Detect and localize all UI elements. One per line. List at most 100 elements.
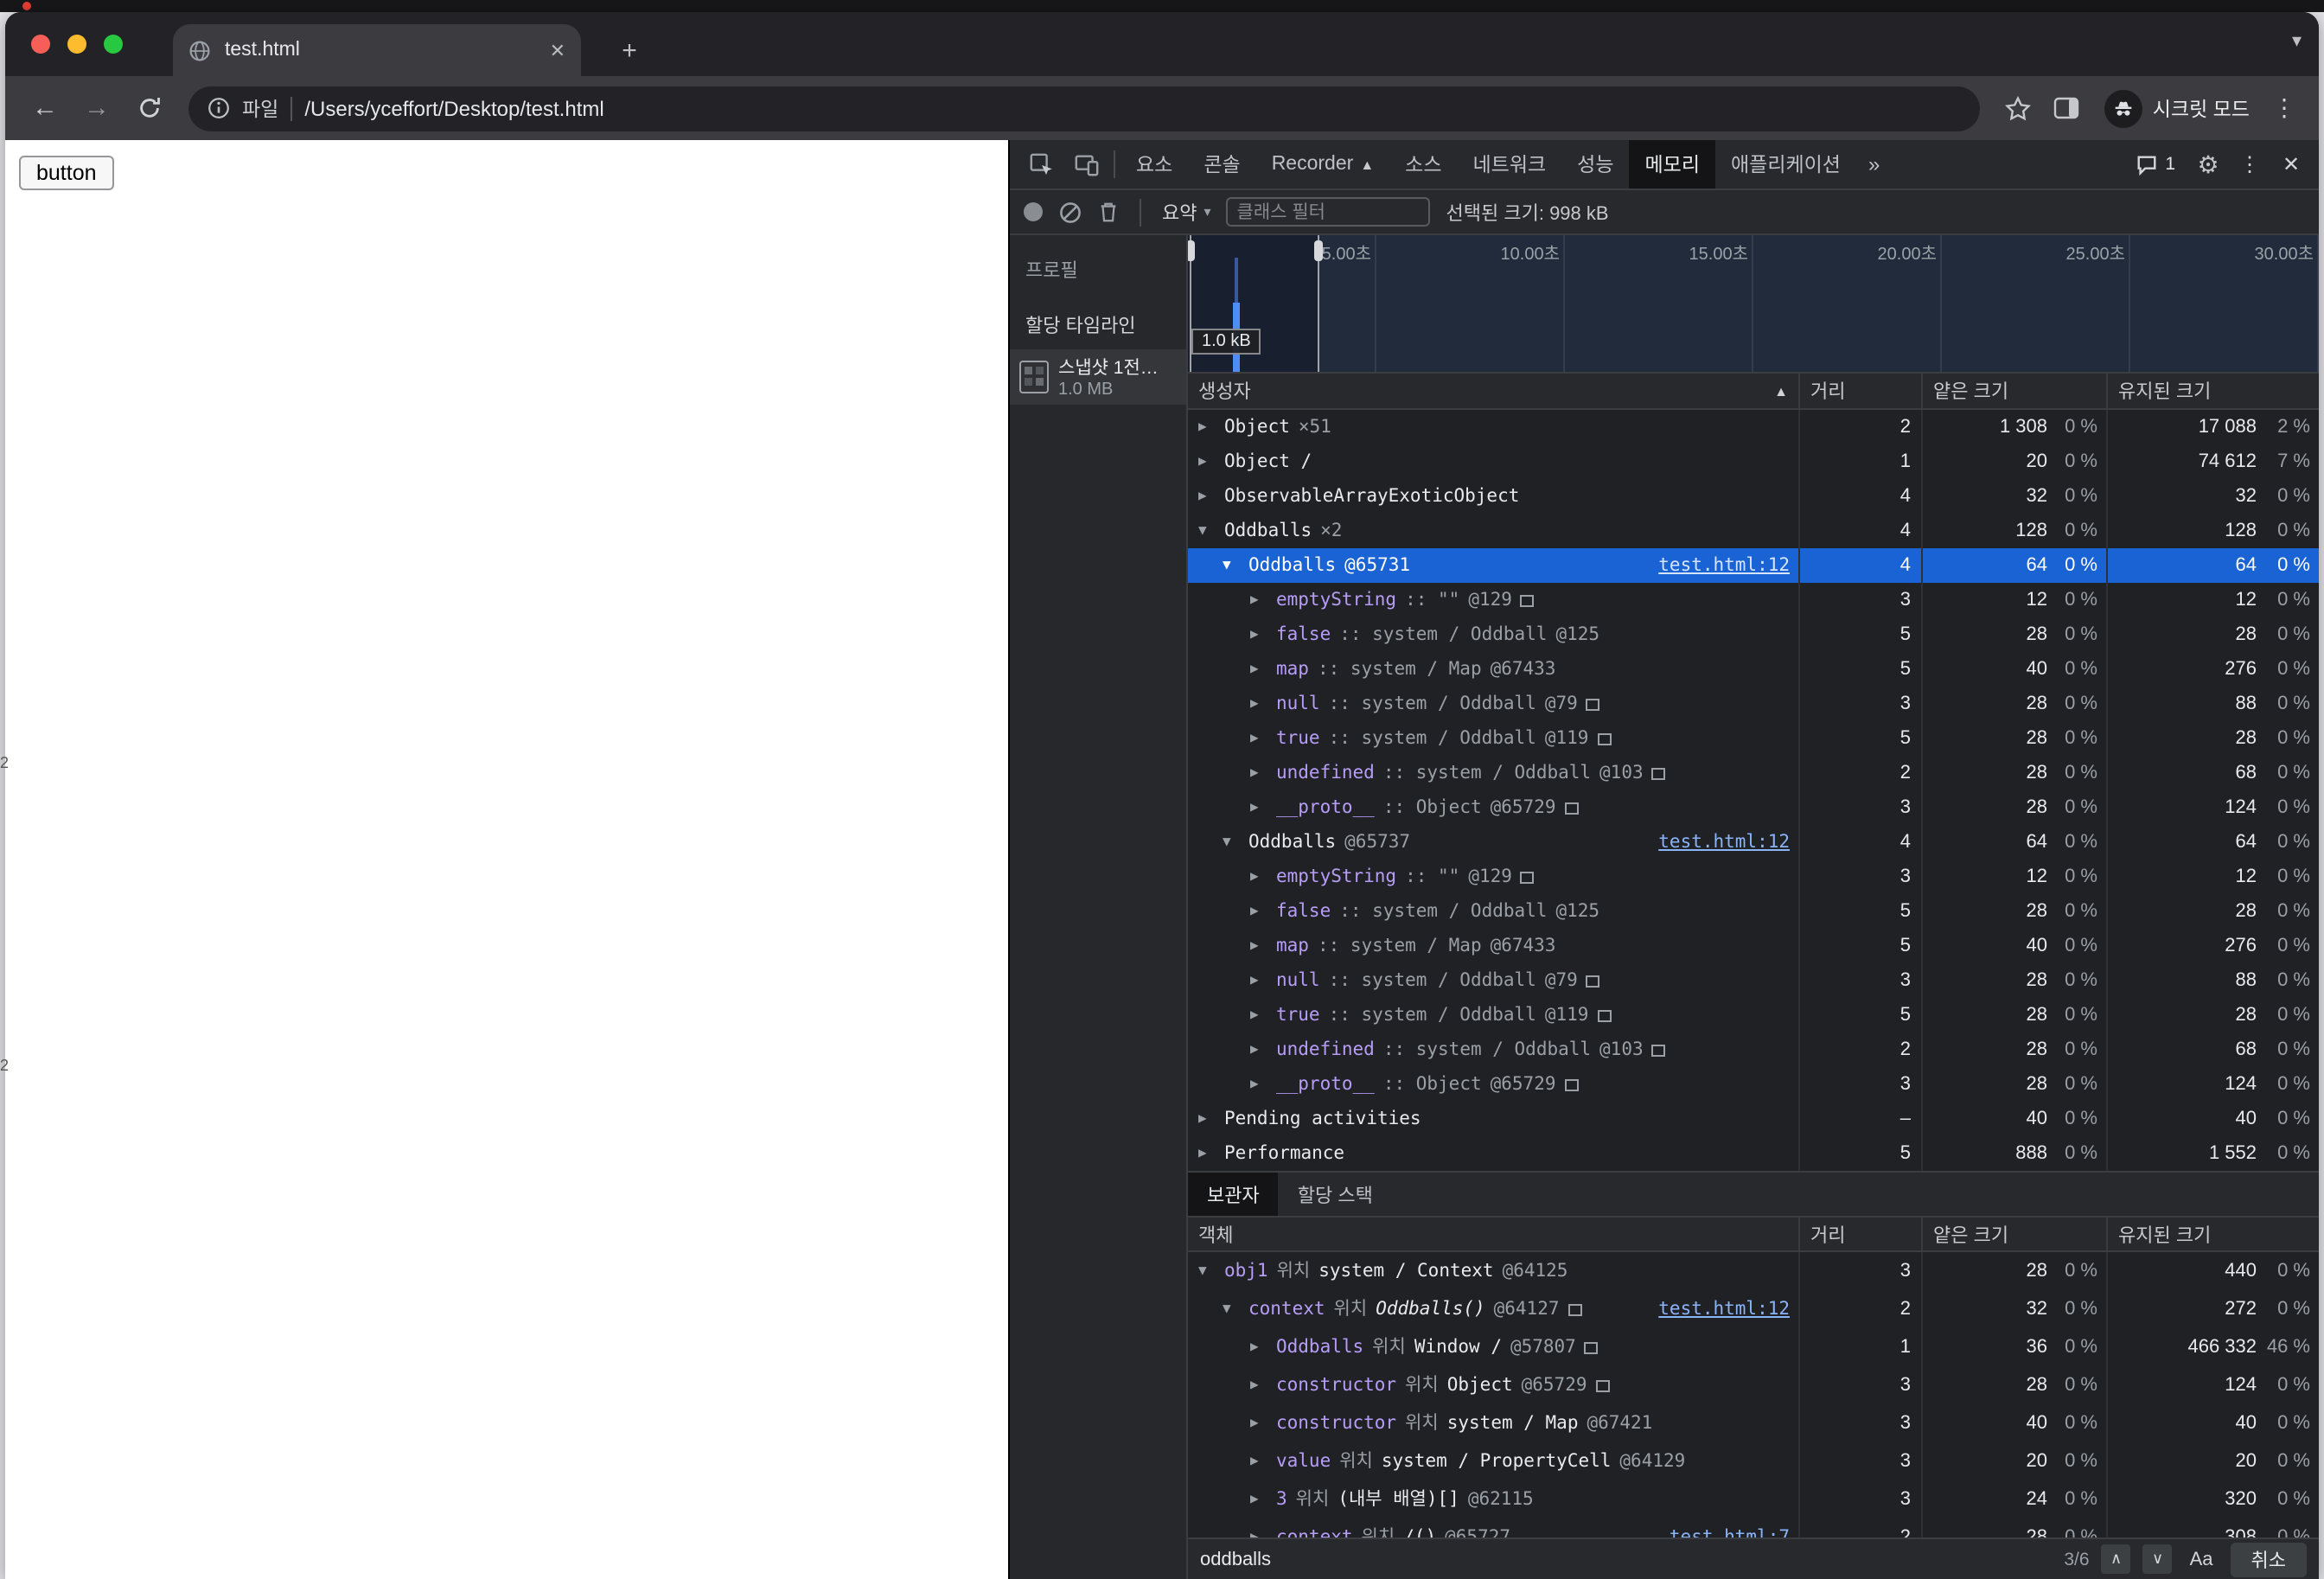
table-row[interactable]: ▼ obj1 위치 system / Context @64125 3 280 …	[1188, 1252, 2319, 1290]
device-toolbar-button[interactable]	[1063, 140, 1108, 189]
expander-icon[interactable]: ▶	[1250, 860, 1267, 894]
expander-icon[interactable]: ▶	[1250, 617, 1267, 652]
new-tab-button[interactable]: +	[610, 31, 648, 69]
table-row[interactable]: ▶ constructor 위치 Object @65729 3 280 % 1…	[1188, 1366, 2319, 1404]
column-constructor[interactable]: 생성자 ▲	[1188, 374, 1798, 408]
expander-icon[interactable]: ▼	[1198, 1252, 1216, 1290]
expander-icon[interactable]: ▶	[1198, 1136, 1216, 1171]
tab-elements[interactable]: 요소	[1120, 140, 1188, 189]
more-tabs-button[interactable]: »	[1856, 140, 1892, 189]
reveal-icon[interactable]	[1652, 1044, 1666, 1056]
expander-icon[interactable]: ▶	[1250, 998, 1267, 1032]
class-filter-input[interactable]	[1227, 197, 1431, 227]
table-row[interactable]: ▶ 3 위치 (내부 배열)[] @62115 3 240 % 3200 %	[1188, 1480, 2319, 1518]
tab-retainers[interactable]: 보관자	[1188, 1173, 1279, 1216]
reveal-icon[interactable]	[1585, 1341, 1599, 1353]
tab-application[interactable]: 애플리케이션	[1715, 140, 1856, 189]
expander-icon[interactable]: ▶	[1250, 1480, 1267, 1518]
column-distance[interactable]: 거리	[1798, 1218, 1921, 1250]
tab-memory[interactable]: 메모리	[1630, 140, 1716, 189]
expander-icon[interactable]: ▶	[1250, 652, 1267, 687]
source-location-link[interactable]: test.html:12	[1658, 825, 1798, 860]
expander-icon[interactable]: ▼	[1223, 825, 1240, 860]
table-row[interactable]: ▶ false :: system / Oddball @125 5 280 %…	[1188, 617, 2319, 652]
clear-icon[interactable]	[1058, 200, 1082, 224]
tab-allocation-stack[interactable]: 할당 스택	[1279, 1173, 1392, 1216]
table-row[interactable]: ▶ __proto__ :: Object @65729 3 280 % 124…	[1188, 1067, 2319, 1102]
table-row[interactable]: ▶ null :: system / Oddball @79 3 280 % 8…	[1188, 963, 2319, 998]
table-row[interactable]: ▼ Oddballs @65731 test.html:12 4 640 % 6…	[1188, 548, 2319, 583]
table-row[interactable]: ▶ Oddballs 위치 Window / @57807 1 360 % 46…	[1188, 1328, 2319, 1366]
table-row[interactable]: ▶ __proto__ :: Object @65729 3 280 % 124…	[1188, 790, 2319, 825]
search-input[interactable]	[1200, 1549, 2052, 1569]
page-button[interactable]: button	[19, 156, 114, 190]
issues-button[interactable]: 1	[2127, 153, 2184, 176]
delete-profiles-icon[interactable]	[1098, 201, 1119, 223]
table-row[interactable]: ▶ null :: system / Oddball @79 3 280 % 8…	[1188, 687, 2319, 721]
column-retained-size[interactable]: 유지된 크기	[2106, 1218, 2319, 1250]
table-row[interactable]: ▶ undefined :: system / Oddball @103 2 2…	[1188, 1032, 2319, 1067]
table-row[interactable]: ▶ emptyString :: "" @129 3 120 % 120 %	[1188, 583, 2319, 617]
side-panel-button[interactable]	[2046, 87, 2087, 129]
table-row[interactable]: ▶ constructor 위치 system / Map @67421 3 4…	[1188, 1404, 2319, 1442]
address-bar[interactable]: 파일 /Users/yceffort/Desktop/test.html	[188, 86, 1980, 131]
expander-icon[interactable]: ▶	[1250, 894, 1267, 929]
window-close-button[interactable]	[31, 35, 50, 54]
devtools-settings-button[interactable]: ⚙	[2191, 150, 2225, 179]
column-shallow-size[interactable]: 얕은 크기	[1921, 374, 2106, 408]
source-location-link[interactable]: test.html:12	[1658, 548, 1798, 583]
table-row[interactable]: ▶ map :: system / Map @67433 5 400 % 276…	[1188, 929, 2319, 963]
expander-icon[interactable]: ▶	[1250, 1404, 1267, 1442]
view-select[interactable]: 요약 ▾	[1162, 198, 1211, 226]
table-row[interactable]: ▶ emptyString :: "" @129 3 120 % 120 %	[1188, 860, 2319, 894]
table-row[interactable]: ▼ context 위치 Oddballs() @64127 test.html…	[1188, 1290, 2319, 1328]
timeline-right-handle[interactable]	[1318, 235, 1319, 372]
table-row[interactable]: ▼ Oddballs @65737 test.html:12 4 640 % 6…	[1188, 825, 2319, 860]
reload-button[interactable]	[126, 86, 171, 131]
info-icon[interactable]	[208, 97, 230, 119]
devtools-close-button[interactable]: ✕	[2274, 152, 2308, 176]
expander-icon[interactable]: ▶	[1250, 963, 1267, 998]
reveal-icon[interactable]	[1587, 975, 1600, 987]
expander-icon[interactable]: ▶	[1250, 1032, 1267, 1067]
table-row[interactable]: ▶ Object ×51 2 1 3080 % 17 0882 %	[1188, 410, 2319, 444]
reveal-icon[interactable]	[1652, 767, 1666, 779]
close-tab-icon[interactable]: ✕	[550, 39, 565, 61]
tab-sources[interactable]: 소스	[1389, 140, 1457, 189]
browser-menu-button[interactable]: ⋮	[2267, 93, 2302, 123]
reveal-icon[interactable]	[1587, 698, 1600, 710]
table-row[interactable]: ▶ Performance 5 8880 % 1 5520 %	[1188, 1136, 2319, 1171]
reveal-icon[interactable]	[1597, 732, 1611, 745]
window-maximize-button[interactable]	[104, 35, 123, 54]
tab-recorder[interactable]: Recorder▲	[1256, 140, 1389, 189]
expander-icon[interactable]: ▶	[1198, 1102, 1216, 1136]
expander-icon[interactable]: ▶	[1250, 790, 1267, 825]
table-row[interactable]: ▶ true :: system / Oddball @119 5 280 % …	[1188, 998, 2319, 1032]
allocation-timeline[interactable]: 5.00초 10.00초 15.00초 20.00초 25.00초 30.00초	[1188, 235, 2319, 374]
table-row[interactable]: ▼ Oddballs ×2 4 1280 % 1280 %	[1188, 514, 2319, 548]
column-object[interactable]: 객체	[1188, 1218, 1798, 1250]
reveal-icon[interactable]	[1596, 1379, 1610, 1391]
column-shallow-size[interactable]: 얕은 크기	[1921, 1218, 2106, 1250]
tab-performance[interactable]: 성능	[1561, 140, 1629, 189]
tab-network[interactable]: 네트워크	[1458, 140, 1562, 189]
forward-button[interactable]: →	[74, 86, 119, 131]
expander-icon[interactable]: ▶	[1250, 687, 1267, 721]
expander-icon[interactable]: ▶	[1250, 756, 1267, 790]
expander-icon[interactable]: ▶	[1250, 721, 1267, 756]
reveal-icon[interactable]	[1521, 594, 1535, 606]
reveal-icon[interactable]	[1565, 802, 1579, 814]
expander-icon[interactable]: ▶	[1250, 1328, 1267, 1366]
source-location-link[interactable]: test.html:12	[1658, 1290, 1798, 1328]
search-previous-button[interactable]: ∧	[2102, 1544, 2131, 1574]
table-row[interactable]: ▶ Object / 1 200 % 74 6127 %	[1188, 444, 2319, 479]
expander-icon[interactable]: ▶	[1250, 1442, 1267, 1480]
column-distance[interactable]: 거리	[1798, 374, 1921, 408]
expander-icon[interactable]: ▶	[1198, 479, 1216, 514]
table-row[interactable]: ▶ true :: system / Oddball @119 5 280 % …	[1188, 721, 2319, 756]
table-row[interactable]: ▶ Pending activities – 400 % 400 %	[1188, 1102, 2319, 1136]
expander-icon[interactable]: ▶	[1198, 444, 1216, 479]
expander-icon[interactable]: ▶	[1250, 929, 1267, 963]
match-case-toggle[interactable]: Aa	[2190, 1549, 2213, 1569]
expander-icon[interactable]: ▶	[1250, 583, 1267, 617]
